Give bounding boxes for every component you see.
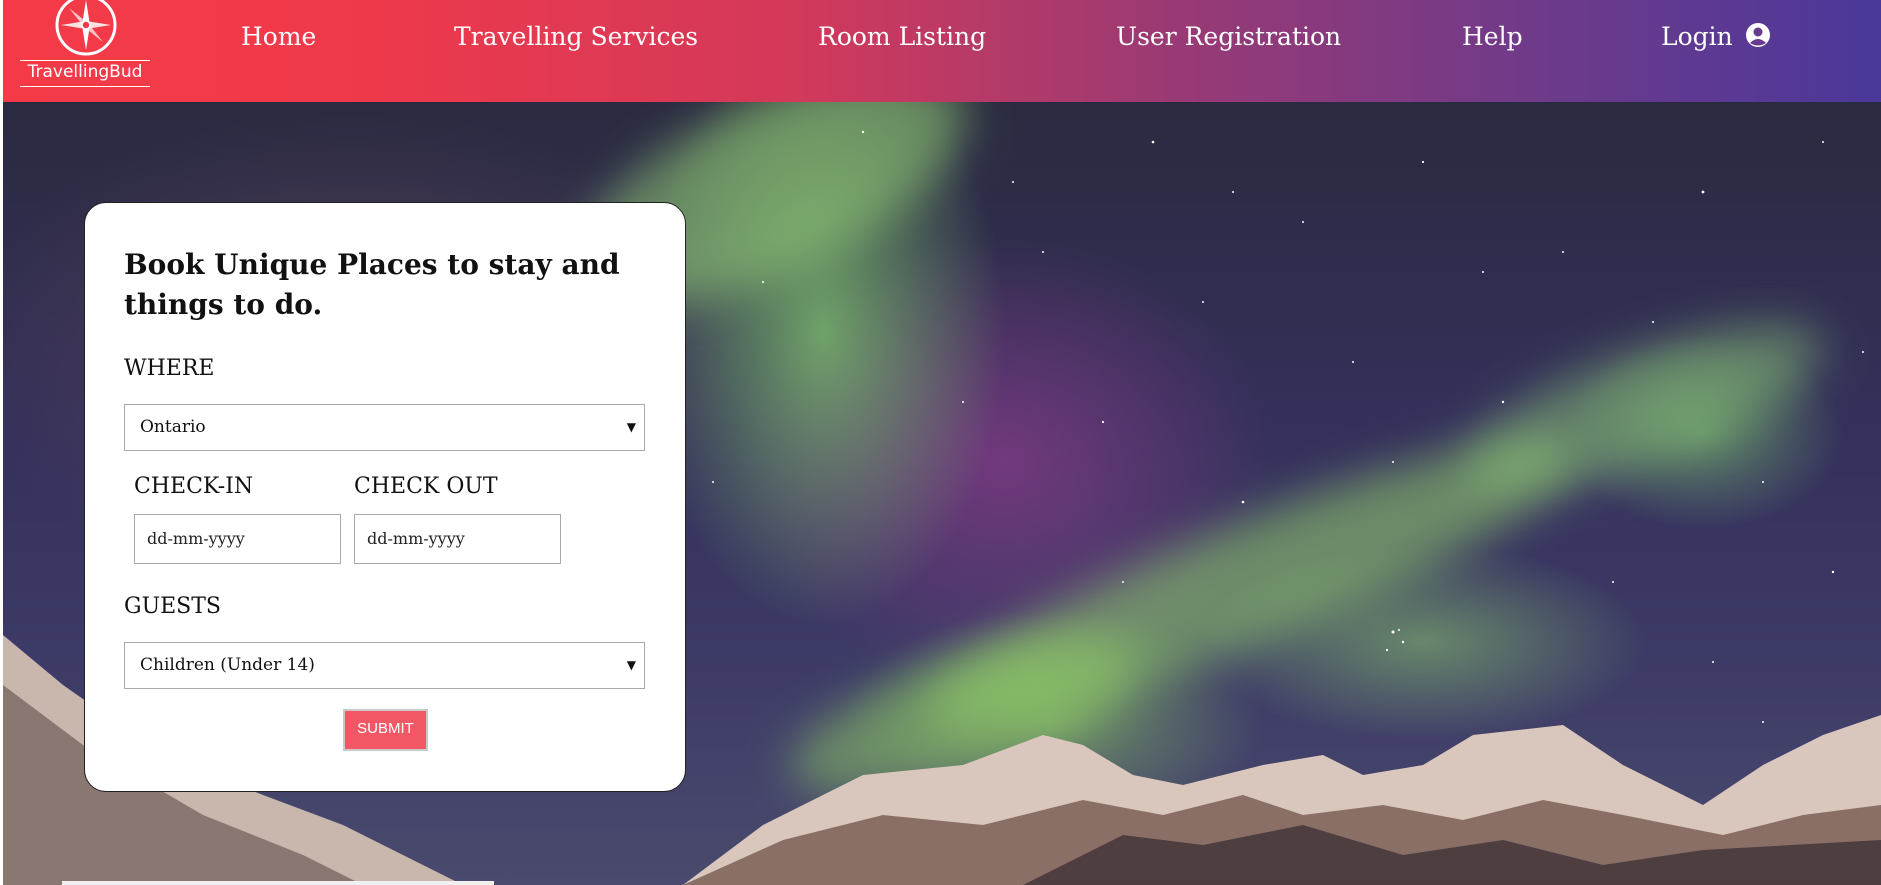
dropdown-arrow-icon: ▼ — [626, 658, 636, 672]
where-select-value: Ontario — [140, 417, 206, 437]
nav-login[interactable]: Login — [1661, 22, 1771, 51]
checkin-label: CHECK-IN — [134, 474, 254, 499]
where-select[interactable]: Ontario ▼ — [124, 404, 645, 451]
submit-button[interactable]: SUBMIT — [343, 709, 428, 751]
nav-travelling-services[interactable]: Travelling Services — [454, 22, 698, 51]
checkout-label: CHECK OUT — [354, 474, 498, 499]
checkin-date-input[interactable]: dd-mm-yyyy — [134, 514, 341, 564]
logo-rule-top — [20, 60, 150, 61]
top-navbar: TravellingBud Home Travelling Services R… — [3, 0, 1881, 102]
logo-rule-bottom — [20, 86, 150, 87]
guests-select[interactable]: Children (Under 14) ▼ — [124, 642, 645, 689]
booking-card: Book Unique Places to stay and things to… — [84, 202, 686, 792]
brand-name: TravellingBud — [27, 62, 143, 82]
guests-select-value: Children (Under 14) — [140, 655, 315, 675]
checkout-date-input[interactable]: dd-mm-yyyy — [354, 514, 561, 564]
nav-home[interactable]: Home — [241, 22, 316, 51]
nav-room-listing[interactable]: Room Listing — [818, 22, 986, 51]
booking-title: Book Unique Places to stay and things to… — [124, 248, 620, 321]
user-circle-icon — [1745, 23, 1770, 47]
nav-help[interactable]: Help — [1462, 22, 1523, 51]
where-label: WHERE — [124, 356, 215, 381]
bottom-scroll-indicator — [62, 881, 494, 885]
checkout-placeholder: dd-mm-yyyy — [367, 529, 465, 548]
nav-login-label: Login — [1661, 22, 1733, 51]
guests-label: GUESTS — [124, 594, 221, 619]
nav-user-registration[interactable]: User Registration — [1116, 22, 1341, 51]
brand-logo[interactable]: TravellingBud — [17, 0, 153, 96]
checkin-placeholder: dd-mm-yyyy — [147, 529, 245, 548]
dropdown-arrow-icon: ▼ — [626, 420, 636, 434]
compass-icon — [55, 0, 117, 56]
